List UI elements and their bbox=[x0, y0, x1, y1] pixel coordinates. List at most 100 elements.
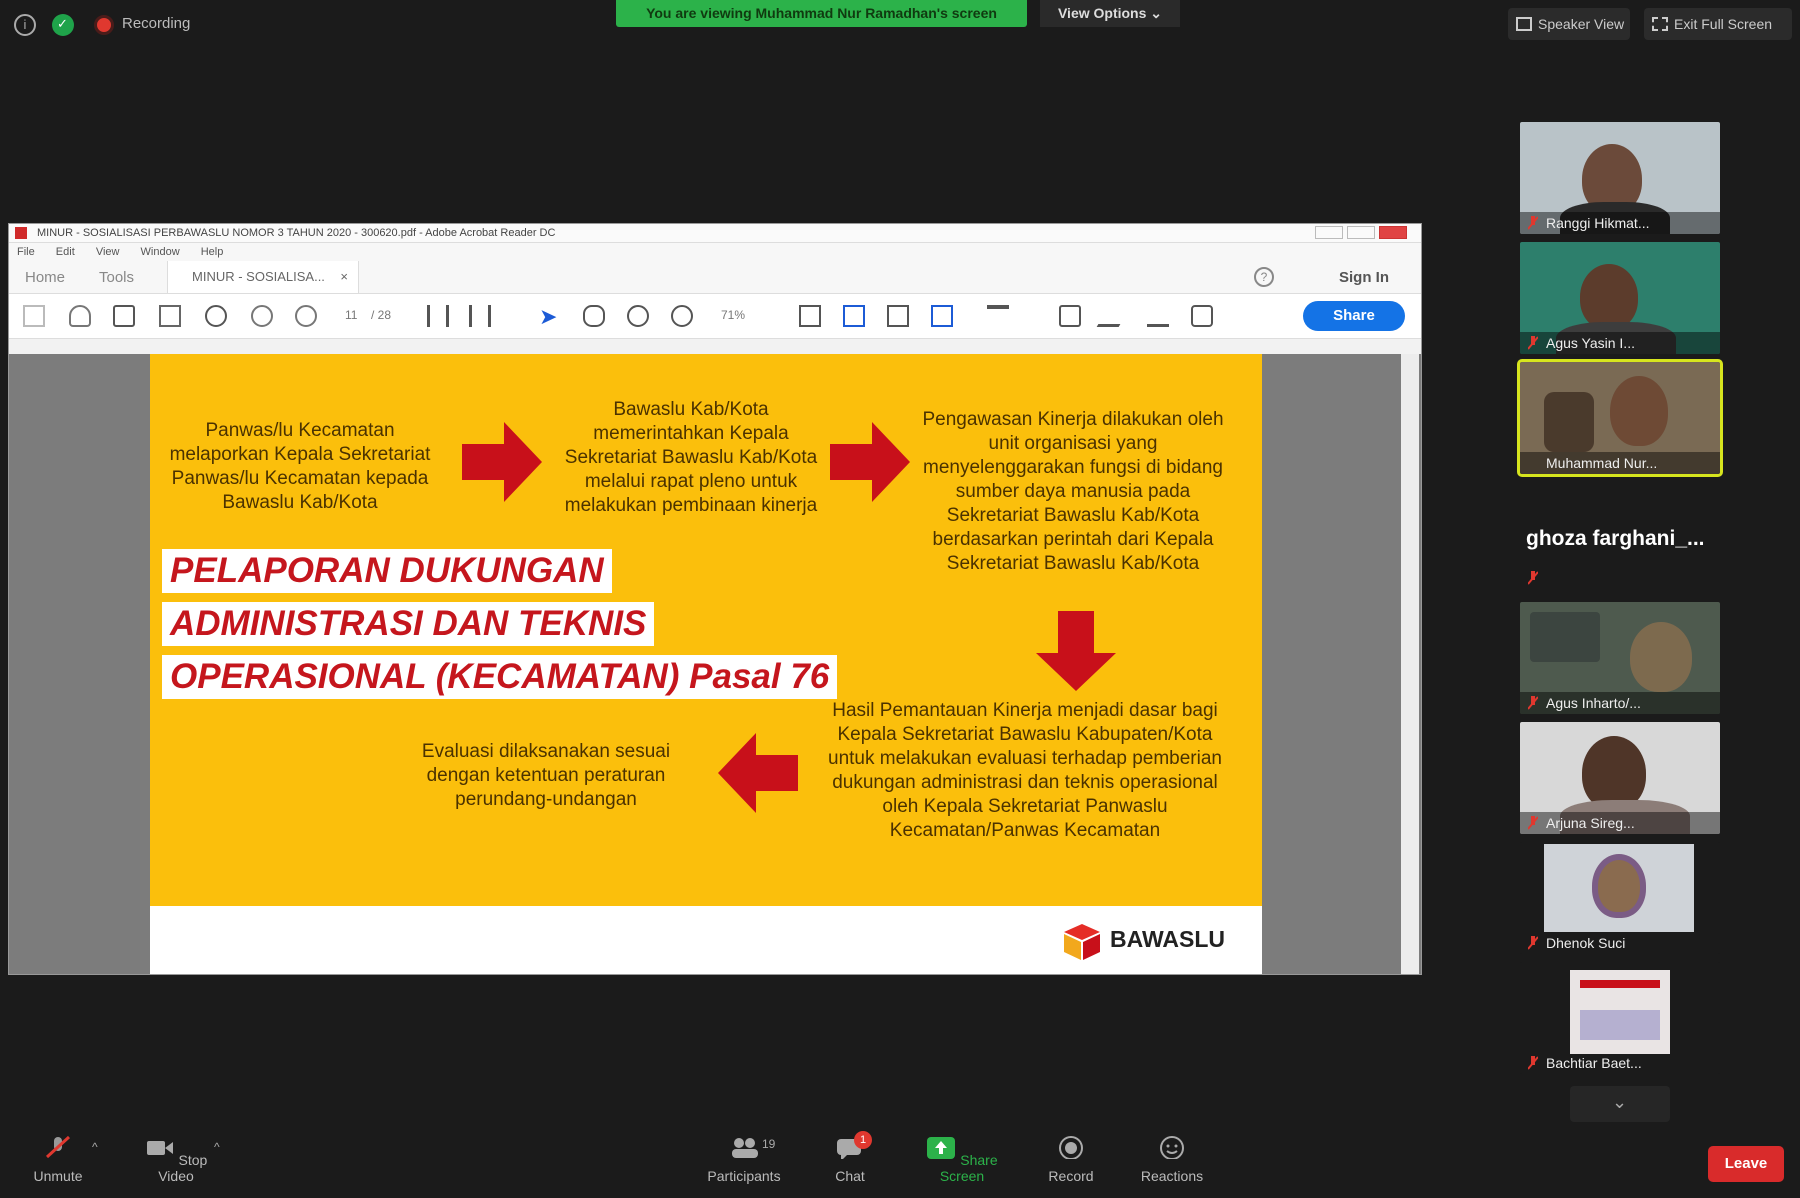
select-cursor-icon[interactable]: ➤ bbox=[539, 304, 557, 330]
participant-video bbox=[1630, 622, 1692, 692]
view-options-button[interactable]: View Options ⌄ bbox=[1040, 0, 1180, 27]
menu-edit[interactable]: Edit bbox=[56, 246, 75, 258]
tab-document-label: MINUR - SOSIALISA... bbox=[192, 269, 325, 284]
sign-icon[interactable] bbox=[1147, 305, 1169, 327]
record-button[interactable]: Record bbox=[1036, 1135, 1106, 1184]
participant-video bbox=[1582, 736, 1646, 810]
zoom-out-icon[interactable] bbox=[627, 305, 649, 327]
participant-name: Muhammad Nur... bbox=[1520, 452, 1720, 474]
video-options-caret-icon[interactable]: ^ bbox=[214, 1140, 220, 1154]
search-icon[interactable] bbox=[205, 305, 227, 327]
exit-full-screen-button[interactable]: Exit Full Screen bbox=[1644, 8, 1792, 40]
fit-page-icon[interactable] bbox=[799, 305, 821, 327]
chat-label: Chat bbox=[835, 1168, 865, 1184]
save-icon[interactable] bbox=[23, 305, 45, 327]
participant-tile[interactable]: Agus Yasin I... bbox=[1520, 242, 1720, 354]
pen-icon[interactable] bbox=[1096, 305, 1132, 327]
print-icon[interactable] bbox=[113, 305, 135, 327]
participants-button[interactable]: 19 Participants bbox=[700, 1135, 788, 1184]
participant-video-hand bbox=[1544, 392, 1594, 452]
help-icon[interactable]: ? bbox=[1254, 267, 1274, 287]
participant-name: Dhenok Suci bbox=[1546, 935, 1626, 951]
share-button[interactable]: Share bbox=[1303, 301, 1405, 331]
arrow-left bbox=[718, 733, 798, 813]
export-pdf-icon[interactable] bbox=[931, 305, 953, 327]
flow-step-1: Panwas/lu Kecamatan melaporkan Kepala Se… bbox=[169, 420, 431, 513]
speaker-view-button[interactable]: Speaker View bbox=[1508, 8, 1630, 40]
record-icon bbox=[1059, 1136, 1083, 1160]
zoom-level[interactable]: 71% bbox=[721, 308, 745, 322]
menu-bar: File Edit View Window Help bbox=[9, 243, 1421, 261]
participant-video-slide-banner bbox=[1580, 980, 1660, 988]
tab-home[interactable]: Home bbox=[25, 269, 65, 286]
leave-meeting-button[interactable]: Leave bbox=[1708, 1146, 1784, 1182]
scroll-down-participants-button[interactable]: ⌄ bbox=[1570, 1086, 1670, 1122]
share-screen-icon bbox=[927, 1137, 956, 1159]
slide-content: Panwas/lu Kecamatan melaporkan Kepala Se… bbox=[150, 354, 1262, 906]
rotate-icon[interactable] bbox=[887, 305, 909, 327]
comment-icon[interactable] bbox=[1059, 305, 1081, 327]
next-page-icon[interactable] bbox=[295, 305, 317, 327]
email-icon[interactable] bbox=[159, 305, 181, 327]
participant-name: ghoza farghani_... bbox=[1526, 527, 1705, 550]
chevron-down-icon: ⌄ bbox=[1612, 1092, 1628, 1112]
upload-cloud-icon[interactable] bbox=[69, 305, 91, 327]
fit-width-icon[interactable] bbox=[427, 305, 449, 327]
participant-video-shared-slide bbox=[1570, 970, 1670, 1054]
share-label: Share bbox=[1333, 307, 1375, 324]
zoom-in-icon[interactable] bbox=[671, 305, 693, 327]
reactions-button[interactable]: Reactions bbox=[1132, 1135, 1212, 1184]
speaker-view-icon bbox=[1516, 17, 1532, 31]
flow-step-4: Hasil Pemantauan Kinerja menjadi dasar b… bbox=[828, 700, 1222, 841]
audio-options-caret-icon[interactable]: ^ bbox=[92, 1140, 98, 1154]
stop-video-button[interactable]: Stop Video bbox=[128, 1135, 224, 1184]
participant-tile[interactable]: Agus Inharto/... bbox=[1520, 602, 1720, 714]
vertical-scrollbar[interactable] bbox=[1401, 354, 1419, 974]
speaker-view-label: Speaker View bbox=[1538, 16, 1625, 32]
scroll-mode-icon[interactable] bbox=[843, 305, 865, 327]
participant-tile-active-speaker[interactable]: Muhammad Nur... bbox=[1517, 359, 1723, 477]
security-shield-icon[interactable] bbox=[52, 14, 74, 36]
maximize-button[interactable] bbox=[1347, 226, 1375, 239]
participant-name: Arjuna Sireg... bbox=[1520, 812, 1720, 834]
participant-tile[interactable]: Dhenok Suci bbox=[1520, 842, 1720, 954]
close-window-button[interactable] bbox=[1379, 226, 1407, 239]
arrow-right-2 bbox=[830, 422, 910, 502]
chat-button[interactable]: 1 Chat bbox=[820, 1131, 880, 1184]
participant-tile-no-video[interactable]: ghoza farghani_... bbox=[1520, 493, 1720, 598]
acrobat-titlebar: MINUR - SOSIALISASI PERBAWASLU NOMOR 3 T… bbox=[9, 224, 1421, 243]
menu-help[interactable]: Help bbox=[201, 246, 224, 258]
unmute-button[interactable]: Unmute bbox=[22, 1135, 94, 1184]
participant-tile[interactable]: Arjuna Sireg... bbox=[1520, 722, 1720, 834]
highlight-tool-icon[interactable] bbox=[987, 305, 1009, 327]
full-page-icon[interactable] bbox=[469, 305, 491, 327]
menu-view[interactable]: View bbox=[96, 246, 120, 258]
minimize-button[interactable] bbox=[1315, 226, 1343, 239]
tab-tools[interactable]: Tools bbox=[99, 269, 134, 286]
share-screen-button[interactable]: Share Screen bbox=[914, 1135, 1010, 1184]
flow-step-2: Bawaslu Kab/Kota memerintahkan Kepala Se… bbox=[564, 399, 818, 516]
bawaslu-logo: BAWASLU bbox=[1062, 916, 1242, 966]
headline-line-3: OPERASIONAL (KECAMATAN) Pasal 76 bbox=[162, 655, 838, 699]
exit-full-screen-icon bbox=[1652, 17, 1668, 31]
headline-line-2: ADMINISTRASI DAN TEKNIS bbox=[162, 602, 655, 646]
participant-tile[interactable]: Bachtiar Baet... bbox=[1520, 962, 1720, 1074]
recording-label: Recording bbox=[122, 15, 191, 32]
participant-video bbox=[1580, 264, 1638, 330]
participant-tile[interactable]: Ranggi Hikmat... bbox=[1520, 122, 1720, 234]
window-title: MINUR - SOSIALISASI PERBAWASLU NOMOR 3 T… bbox=[37, 227, 556, 239]
close-tab-icon[interactable]: × bbox=[340, 261, 348, 293]
arrow-down bbox=[1036, 611, 1116, 691]
page-number-input[interactable]: 11 bbox=[345, 308, 357, 322]
sign-in-button[interactable]: Sign In bbox=[1339, 269, 1389, 286]
page-total: / 28 bbox=[371, 308, 392, 322]
menu-file[interactable]: File bbox=[17, 246, 35, 258]
tab-document[interactable]: MINUR - SOSIALISA... × bbox=[167, 261, 359, 293]
participant-name: Bachtiar Baet... bbox=[1546, 1055, 1642, 1071]
stamp-icon[interactable] bbox=[1191, 305, 1213, 327]
hand-tool-icon[interactable] bbox=[583, 305, 605, 327]
participant-video bbox=[1610, 376, 1668, 446]
menu-window[interactable]: Window bbox=[141, 246, 180, 258]
previous-page-icon[interactable] bbox=[251, 305, 273, 327]
info-icon[interactable]: i bbox=[14, 14, 36, 36]
